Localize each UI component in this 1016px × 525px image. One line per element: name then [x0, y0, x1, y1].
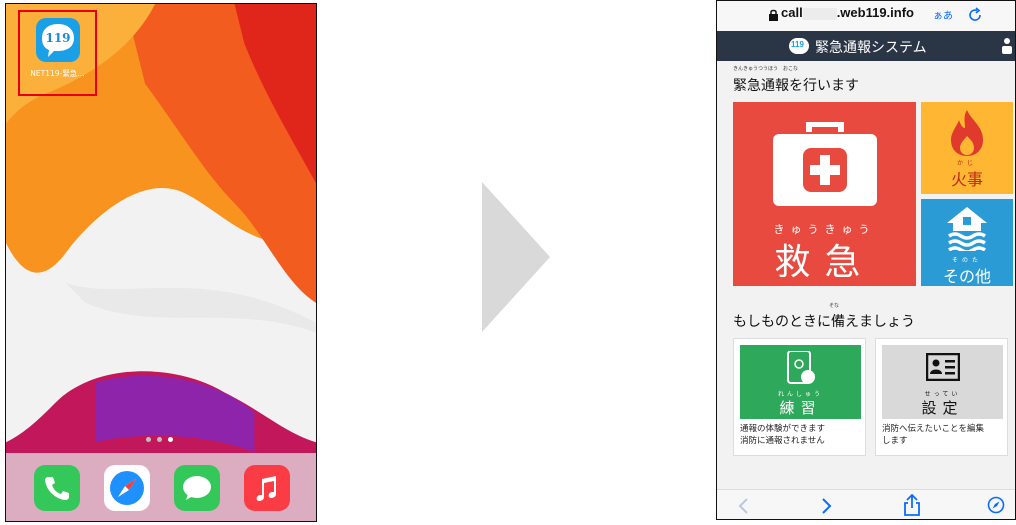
share-icon[interactable] [903, 494, 921, 516]
url-text: call .web119.info [781, 5, 914, 20]
section1-ruby: きんきゅうつうほう おこな [733, 66, 799, 72]
header-title: 緊急通報システム [815, 40, 927, 56]
fire-button[interactable]: かじ 火事 [921, 102, 1013, 194]
settings-label: 設定 [921, 399, 964, 417]
settings-card[interactable]: せってい 設定 消防へ伝えたいことを編集 します [875, 338, 1008, 456]
lock-icon [769, 9, 778, 21]
emergency-label: 救急 [774, 242, 875, 283]
page-indicator [146, 437, 173, 442]
phone-app-icon[interactable] [34, 465, 80, 511]
practice-card[interactable]: れんしゅう 練習 通報の体験ができます 消防に通報されません [733, 338, 866, 456]
logo-119: 119 [789, 38, 809, 54]
app-header: 119 緊急通報システム [717, 31, 1015, 61]
id-card-icon [926, 353, 960, 381]
net119-app-icon[interactable]: 119 NET119-緊急… [18, 10, 97, 96]
other-label: その他 [942, 267, 991, 286]
message-bubble-icon [183, 476, 211, 500]
flame-icon [951, 110, 983, 156]
text-size-button[interactable]: ぁあ [933, 7, 953, 22]
reload-icon[interactable] [967, 7, 983, 23]
url-redacted [802, 7, 837, 20]
settings-thumb: せってい 設定 [882, 345, 1003, 419]
settings-desc: 消防へ伝えたいことを編集 します [882, 423, 1006, 447]
app-icon-text: 119 [45, 31, 71, 45]
practice-thumb: れんしゅう 練習 [740, 345, 861, 419]
app-icon-tile: 119 [36, 18, 80, 62]
practice-desc-line2: 消防に通報されません [740, 436, 825, 446]
right-arrow-icon [482, 182, 550, 332]
back-icon[interactable] [737, 498, 749, 514]
address-bar[interactable]: call .web119.info ぁあ [717, 1, 1015, 32]
settings-desc-line1: 消防へ伝えたいことを編集 [882, 424, 985, 434]
url-prefix: call [781, 5, 803, 20]
phone-handset-icon [45, 477, 69, 500]
tablet-tap-icon [787, 351, 815, 384]
safari-app-icon[interactable] [104, 465, 150, 511]
flooded-house-icon [947, 207, 987, 251]
section2-ruby: そな [829, 303, 840, 309]
practice-desc-line1: 通報の体験ができます [740, 424, 826, 434]
music-note-icon [256, 476, 276, 501]
messages-app-icon[interactable] [174, 465, 220, 511]
first-aid-kit-icon [773, 122, 877, 206]
browser-screen: call .web119.info ぁあ 119 緊急通報システム きんきゅうつう… [716, 0, 1016, 520]
practice-desc: 通報の体験ができます 消防に通報されません [740, 423, 864, 447]
forward-icon[interactable] [821, 498, 833, 514]
url-suffix: .web119.info [836, 5, 914, 20]
browser-toolbar [717, 489, 1015, 519]
section2-title: もしものときに備えましょう [733, 314, 915, 330]
accessibility-icon[interactable] [999, 37, 1015, 55]
compass-icon [110, 471, 144, 505]
other-button[interactable]: そのた その他 [921, 199, 1013, 286]
compass-icon[interactable] [987, 496, 1005, 514]
fire-label: 火事 [950, 170, 983, 189]
emergency-button[interactable]: きゅうきゅう 救急 [733, 102, 916, 286]
music-app-icon[interactable] [244, 465, 290, 511]
practice-label: 練習 [779, 399, 822, 417]
dock [6, 453, 316, 521]
section1-title: 緊急通報を行います [733, 78, 859, 94]
home-screen: 119 NET119-緊急… [5, 3, 317, 522]
app-label: NET119-緊急… [30, 69, 85, 78]
settings-desc-line2: します [882, 436, 908, 446]
